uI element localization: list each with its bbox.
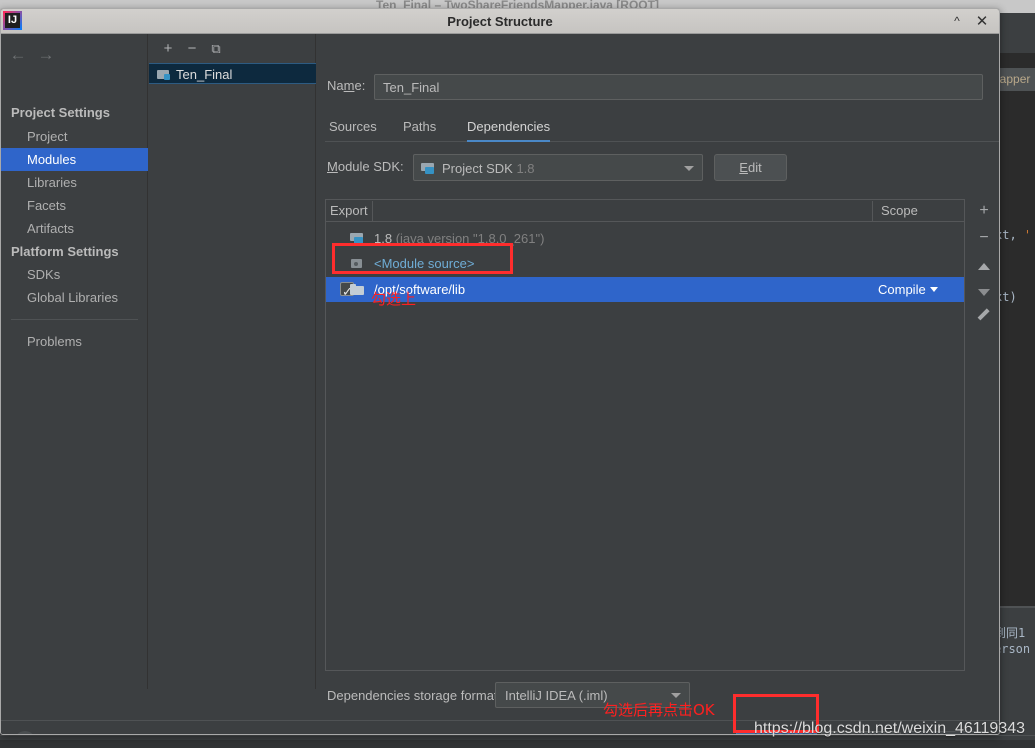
dependencies-table-header: Export Scope bbox=[326, 200, 964, 222]
copy-module-icon[interactable]: ⧉ bbox=[205, 38, 227, 59]
add-module-icon[interactable]: + bbox=[157, 38, 179, 59]
module-list-item-ten-final[interactable]: Ten_Final bbox=[149, 63, 316, 84]
module-sdk-row: Module SDK: Project SDK 1.8 Edit bbox=[317, 154, 999, 181]
dialog-body: ← → Project Settings Project Modules Lib… bbox=[1, 34, 999, 734]
tab-paths[interactable]: Paths bbox=[403, 114, 436, 142]
dialog-title-bar: Project Structure ^ ✕ bbox=[1, 9, 999, 34]
sidebar-item-project[interactable]: Project bbox=[1, 125, 148, 148]
project-structure-dialog: Project Structure ^ ✕ ← → Project Settin… bbox=[0, 8, 1000, 735]
dialog-title: Project Structure bbox=[447, 14, 553, 29]
dependencies-table: Export Scope 1.8 (java version "1.8.0_26… bbox=[325, 199, 965, 671]
sidebar-item-problems[interactable]: Problems bbox=[1, 330, 148, 353]
chevron-down-icon bbox=[671, 693, 681, 698]
table-row[interactable]: <Module source> bbox=[326, 251, 964, 276]
arrow-right-icon[interactable]: → bbox=[33, 42, 59, 68]
move-up-icon[interactable] bbox=[972, 254, 996, 278]
dependencies-side-toolbar: + − bbox=[966, 199, 999, 671]
module-sdk-select[interactable]: Project SDK 1.8 bbox=[413, 154, 703, 181]
arrow-left-icon[interactable]: ← bbox=[5, 42, 31, 68]
sidebar-item-global-libraries[interactable]: Global Libraries bbox=[1, 286, 148, 309]
settings-sidebar: ← → Project Settings Project Modules Lib… bbox=[1, 34, 148, 689]
sidebar-divider bbox=[11, 319, 138, 320]
section-header-project-settings: Project Settings bbox=[11, 105, 110, 120]
ide-editor-tab[interactable]: lapper bbox=[996, 68, 1035, 91]
table-row-label: 1.8 (java version "1.8.0_261") bbox=[374, 231, 545, 246]
module-name-label: Name: bbox=[327, 78, 366, 93]
module-tabs: Sources Paths Dependencies bbox=[325, 114, 999, 142]
add-dependency-icon[interactable]: + bbox=[972, 199, 996, 223]
annotation-ok-note: 勾选后再点击OK bbox=[603, 701, 715, 719]
module-list-pane: + − ⧉ Ten_Final bbox=[149, 34, 316, 689]
close-icon[interactable]: ✕ bbox=[970, 9, 994, 34]
column-divider-1[interactable] bbox=[372, 201, 373, 221]
module-icon bbox=[157, 69, 171, 80]
column-header-export[interactable]: Export bbox=[330, 200, 368, 221]
tab-sources[interactable]: Sources bbox=[329, 114, 377, 142]
ide-bottom-strip bbox=[0, 740, 1035, 748]
scope-dropdown[interactable]: Compile bbox=[878, 277, 938, 302]
annotation-check-note: 勾选上 bbox=[371, 290, 417, 308]
module-sdk-value: Project SDK 1.8 bbox=[442, 161, 535, 176]
ide-tool-window: 到同1 erson bbox=[994, 608, 1035, 693]
move-down-icon[interactable] bbox=[972, 280, 996, 304]
tab-dependencies[interactable]: Dependencies bbox=[467, 114, 551, 142]
help-button[interactable]: ? bbox=[14, 731, 36, 734]
code-fragment-1: xt, ' bbox=[996, 228, 1032, 242]
watermark: https://blog.csdn.net/weixin_46119343 bbox=[754, 720, 1026, 737]
module-toolbar: + − ⧉ bbox=[149, 34, 316, 62]
folder-icon bbox=[350, 284, 365, 296]
sidebar-item-sdks[interactable]: SDKs bbox=[1, 263, 148, 286]
edit-sdk-button[interactable]: Edit bbox=[714, 154, 787, 181]
column-header-scope[interactable]: Scope bbox=[881, 200, 918, 221]
module-name-row: Name: bbox=[317, 74, 999, 100]
module-name-input[interactable] bbox=[374, 74, 983, 100]
table-row[interactable]: /opt/software/lib Compile bbox=[326, 277, 964, 304]
module-list-item-label: Ten_Final bbox=[176, 67, 233, 82]
module-sdk-label: Module SDK: bbox=[327, 159, 404, 174]
column-divider-2[interactable] bbox=[872, 201, 873, 221]
chevron-down-icon bbox=[684, 165, 694, 171]
sidebar-item-libraries[interactable]: Libraries bbox=[1, 171, 148, 194]
remove-module-icon[interactable]: − bbox=[181, 38, 203, 59]
section-header-platform-settings: Platform Settings bbox=[11, 244, 119, 259]
sidebar-item-facets[interactable]: Facets bbox=[1, 194, 148, 217]
storage-format-value: IntelliJ IDEA (.iml) bbox=[505, 688, 608, 703]
remove-dependency-icon[interactable]: − bbox=[972, 226, 996, 250]
storage-format-label: Dependencies storage format: bbox=[327, 688, 502, 703]
jdk-icon bbox=[421, 163, 436, 174]
module-settings-pane: Name: Sources Paths Dependencies Module … bbox=[317, 34, 999, 708]
jdk-icon bbox=[350, 233, 365, 245]
table-row-label: <Module source> bbox=[374, 256, 475, 271]
screenshot-root: Ten_Final – TwoShareFriendsMapper.java [… bbox=[0, 0, 1035, 748]
edit-dependency-icon[interactable] bbox=[972, 309, 996, 333]
chevron-up-icon[interactable]: ^ bbox=[945, 9, 969, 34]
module-source-icon bbox=[350, 258, 365, 270]
ide-editor-background: xt, ' xt) bbox=[996, 53, 1035, 693]
sidebar-item-artifacts[interactable]: Artifacts bbox=[1, 217, 148, 240]
ide-editor-tab-label: lapper bbox=[997, 72, 1031, 86]
table-row[interactable]: 1.8 (java version "1.8.0_261") bbox=[326, 226, 964, 251]
intellij-logo-icon: IJ bbox=[3, 11, 22, 30]
chevron-down-icon bbox=[929, 287, 938, 292]
sidebar-item-modules[interactable]: Modules bbox=[1, 148, 148, 171]
nav-arrows: ← → bbox=[1, 42, 148, 68]
